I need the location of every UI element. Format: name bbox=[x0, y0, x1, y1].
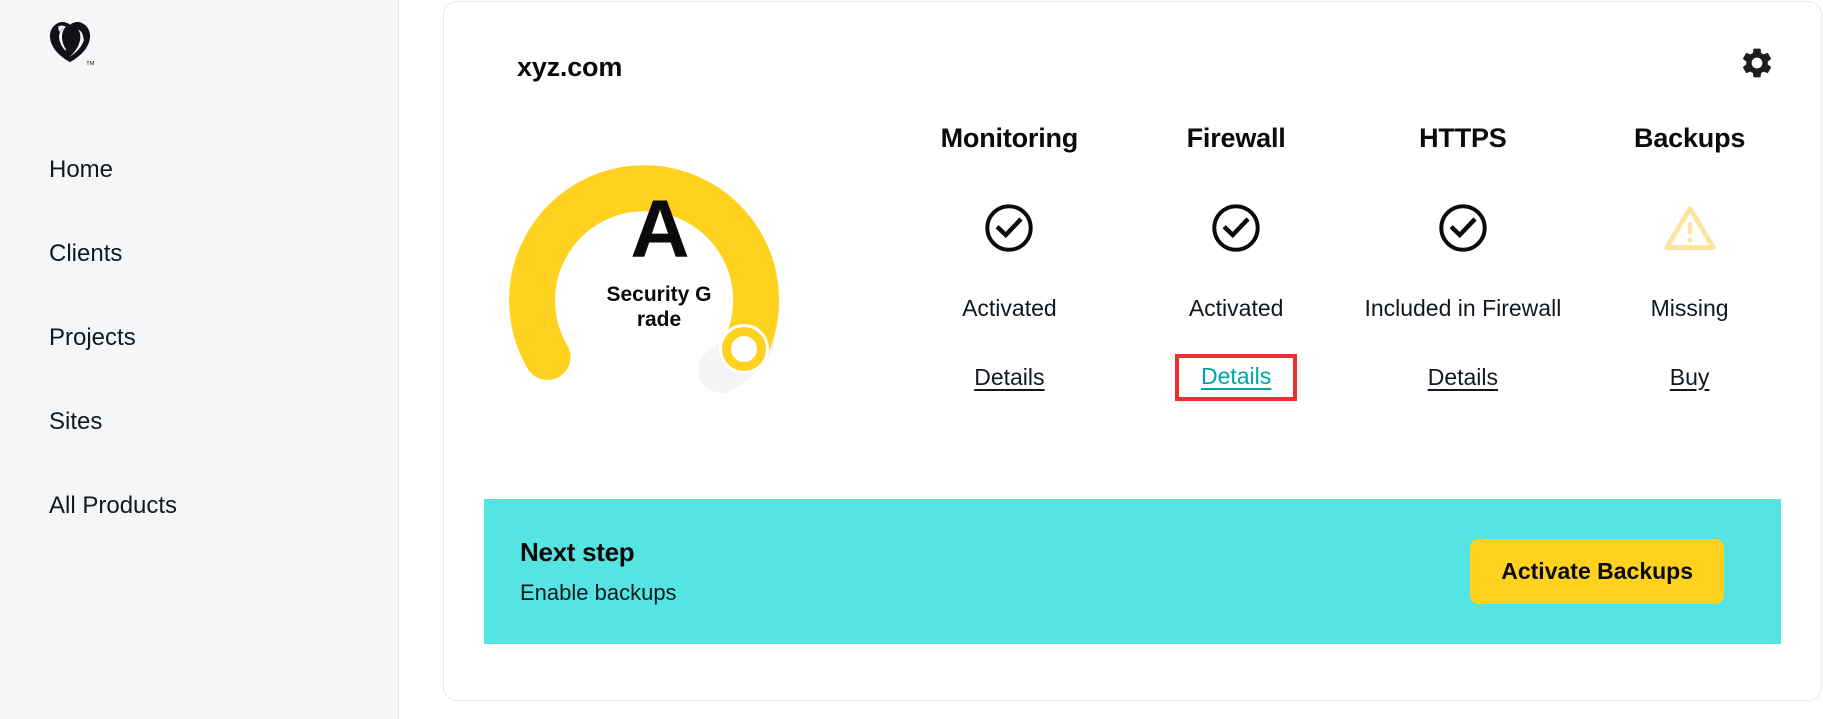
next-step-banner: Next step Enable backups Activate Backup… bbox=[484, 499, 1781, 644]
status-row: A Security Grade Monitoring Activated De… bbox=[444, 102, 1821, 450]
column-title: Monitoring bbox=[940, 123, 1079, 153]
card-header: xyz.com bbox=[444, 2, 1821, 102]
sidebar-item-clients[interactable]: Clients bbox=[0, 212, 398, 296]
banner-subtitle: Enable backups bbox=[520, 580, 677, 605]
godaddy-logo[interactable]: TM bbox=[44, 18, 96, 70]
status-column-https: HTTPS Included in Firewall Details bbox=[1350, 102, 1577, 400]
column-title: HTTPS bbox=[1419, 123, 1507, 153]
status-column-firewall: Firewall Activated Details bbox=[1123, 102, 1350, 401]
column-status: Included in Firewall bbox=[1364, 295, 1562, 321]
banner-text: Next step Enable backups bbox=[520, 537, 677, 606]
sidebar-item-sites[interactable]: Sites bbox=[0, 380, 398, 464]
svg-text:TM: TM bbox=[86, 61, 94, 67]
column-title: Firewall bbox=[1186, 123, 1286, 153]
column-status: Missing bbox=[1650, 295, 1729, 321]
column-link-wrap: Details bbox=[1350, 354, 1577, 400]
activate-backups-button[interactable]: Activate Backups bbox=[1470, 539, 1724, 604]
sidebar-nav: Home Clients Projects Sites All Products bbox=[0, 128, 398, 548]
sidebar-item-projects[interactable]: Projects bbox=[0, 296, 398, 380]
gear-icon bbox=[1739, 45, 1775, 81]
column-link-wrap: Details bbox=[1123, 353, 1350, 401]
monitoring-details-link[interactable]: Details bbox=[974, 364, 1044, 391]
warning-triangle-icon bbox=[1576, 198, 1803, 258]
column-link-wrap: Details bbox=[896, 354, 1123, 400]
gauge-arc bbox=[489, 112, 829, 412]
sidebar-item-home[interactable]: Home bbox=[0, 128, 398, 212]
banner-title: Next step bbox=[520, 537, 635, 567]
main-content: xyz.com A Security Grade Monitoring Acti… bbox=[399, 0, 1823, 719]
sidebar: TM Home Clients Projects Sites All Produ… bbox=[0, 0, 399, 719]
app-root: TM Home Clients Projects Sites All Produ… bbox=[0, 0, 1823, 719]
https-details-link[interactable]: Details bbox=[1428, 364, 1498, 391]
status-column-backups: Backups Missing Buy bbox=[1576, 102, 1803, 400]
check-circle-icon bbox=[1350, 198, 1577, 258]
column-status: Activated bbox=[1188, 295, 1284, 321]
column-link-wrap: Buy bbox=[1576, 354, 1803, 400]
sidebar-item-all-products[interactable]: All Products bbox=[0, 464, 398, 548]
status-column-monitoring: Monitoring Activated Details bbox=[896, 102, 1123, 400]
check-circle-icon bbox=[1123, 198, 1350, 258]
security-grade-gauge: A Security Grade bbox=[444, 102, 896, 422]
column-status: Activated bbox=[962, 295, 1057, 321]
page-title: xyz.com bbox=[517, 52, 623, 82]
site-security-card: xyz.com A Security Grade Monitoring Acti… bbox=[443, 1, 1822, 701]
status-columns: Monitoring Activated Details Firewall Ac… bbox=[896, 102, 1821, 401]
backups-buy-link[interactable]: Buy bbox=[1670, 364, 1710, 391]
check-circle-icon bbox=[896, 198, 1123, 258]
focus-highlight-box: Details bbox=[1174, 353, 1298, 401]
settings-button[interactable] bbox=[1739, 45, 1775, 81]
column-title: Backups bbox=[1634, 123, 1746, 153]
firewall-details-link[interactable]: Details bbox=[1201, 363, 1271, 390]
